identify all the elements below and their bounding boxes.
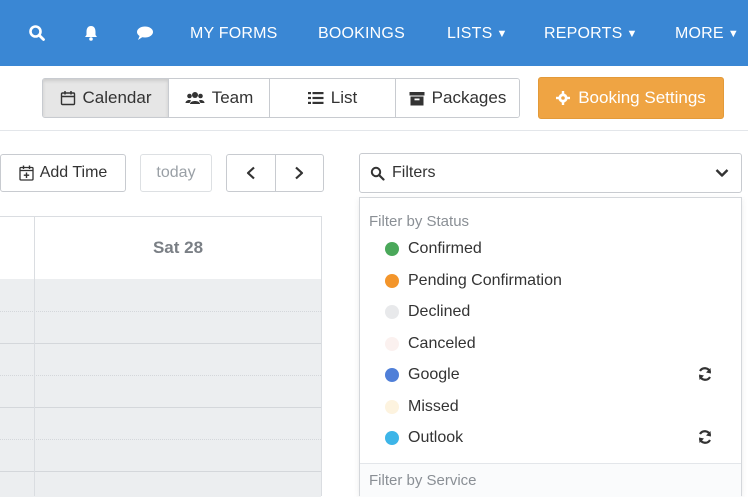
view-team-label: Team	[211, 88, 254, 107]
status-option-declined[interactable]: Declined	[360, 297, 740, 327]
search-icon	[370, 166, 385, 181]
status-label: Declined	[408, 303, 471, 320]
filters-dropdown[interactable]: Filters	[359, 153, 742, 193]
status-label: Confirmed	[408, 240, 482, 257]
status-label: Canceled	[408, 335, 476, 352]
next-button[interactable]	[276, 155, 324, 191]
status-dot	[385, 400, 399, 414]
status-dot	[385, 337, 399, 351]
status-option-pending[interactable]: Pending Confirmation	[360, 266, 740, 296]
nav-reports[interactable]: REPORTS ▼	[544, 25, 638, 43]
time-axis-column	[0, 217, 35, 496]
time-slots[interactable]	[0, 279, 321, 497]
status-label: Pending Confirmation	[408, 272, 562, 289]
filters-label: Filters	[392, 164, 436, 181]
chevron-down-icon	[715, 169, 729, 177]
chevron-left-icon	[246, 166, 255, 180]
view-switcher: Calendar Team List Packages	[42, 78, 520, 118]
day-header: Sat 28	[152, 238, 204, 257]
status-option-google[interactable]: Google	[360, 360, 740, 390]
view-list-button[interactable]: List	[270, 79, 396, 117]
nav-more[interactable]: MORE ▼	[675, 25, 739, 43]
status-dot	[385, 368, 399, 382]
nav-lists-label: LISTS	[447, 25, 493, 42]
prev-button[interactable]	[227, 155, 276, 191]
today-button[interactable]: today	[140, 154, 212, 192]
gear-icon	[556, 91, 571, 105]
service-filter-heading: Filter by Service	[369, 472, 477, 489]
nav-bookings[interactable]: BOOKINGS	[318, 25, 405, 43]
search-icon[interactable]	[28, 24, 46, 42]
status-filter-heading: Filter by Status	[369, 213, 470, 230]
nav-my-forms[interactable]: MY FORMS	[190, 25, 278, 43]
list-icon	[307, 92, 324, 104]
view-calendar-label: Calendar	[82, 88, 152, 107]
chat-icon[interactable]	[135, 24, 153, 42]
status-dot	[385, 274, 399, 288]
status-option-missed[interactable]: Missed	[360, 392, 740, 422]
toolbar-divider	[0, 130, 748, 131]
status-dot	[385, 242, 399, 256]
bell-icon[interactable]	[82, 24, 100, 42]
date-navigation	[226, 154, 324, 192]
calendar-grid: Sat 28	[0, 216, 322, 497]
nav-reports-label: REPORTS	[544, 25, 623, 42]
chevron-right-icon	[295, 166, 304, 180]
sync-icon[interactable]	[696, 428, 714, 446]
nav-more-label: MORE	[675, 25, 724, 42]
add-time-button[interactable]: Add Time	[0, 154, 126, 192]
caret-down-icon: ▼	[626, 28, 638, 40]
status-dot	[385, 431, 399, 445]
calendar-icon	[60, 91, 75, 106]
slot-divider	[0, 375, 321, 376]
slot-divider	[0, 471, 321, 472]
view-list-label: List	[330, 88, 358, 107]
status-label: Missed	[408, 398, 459, 415]
booking-settings-button[interactable]: Booking Settings	[538, 77, 724, 119]
status-label: Outlook	[408, 429, 464, 446]
users-icon	[185, 92, 205, 104]
slot-divider	[0, 343, 321, 344]
slot-divider	[0, 407, 321, 408]
nav-lists[interactable]: LISTS ▼	[447, 25, 508, 43]
view-calendar-button[interactable]: Calendar	[43, 79, 169, 117]
view-packages-label: Packages	[431, 88, 507, 107]
view-team-button[interactable]: Team	[169, 79, 270, 117]
view-packages-button[interactable]: Packages	[396, 79, 519, 117]
booking-settings-label: Booking Settings	[578, 88, 706, 107]
caret-down-icon: ▼	[496, 28, 508, 40]
service-filter-section: Filter by Service	[360, 464, 741, 497]
slot-divider	[0, 439, 321, 440]
status-option-outlook[interactable]: Outlook	[360, 423, 740, 453]
caret-down-icon: ▼	[727, 28, 739, 40]
top-nav: MY FORMS BOOKINGS LISTS ▼ REPORTS ▼ MORE ▼	[0, 0, 748, 66]
today-label: today	[156, 164, 196, 181]
filters-panel: Filter by Status Confirmed Pending Confi…	[359, 197, 742, 497]
archive-icon	[409, 91, 425, 105]
add-time-label: Add Time	[39, 164, 108, 181]
status-option-canceled[interactable]: Canceled	[360, 329, 740, 359]
calendar-plus-icon	[19, 165, 34, 181]
status-dot	[385, 305, 399, 319]
sync-icon[interactable]	[696, 365, 714, 383]
status-option-confirmed[interactable]: Confirmed	[360, 234, 740, 264]
status-label: Google	[408, 366, 460, 383]
slot-divider	[0, 311, 321, 312]
